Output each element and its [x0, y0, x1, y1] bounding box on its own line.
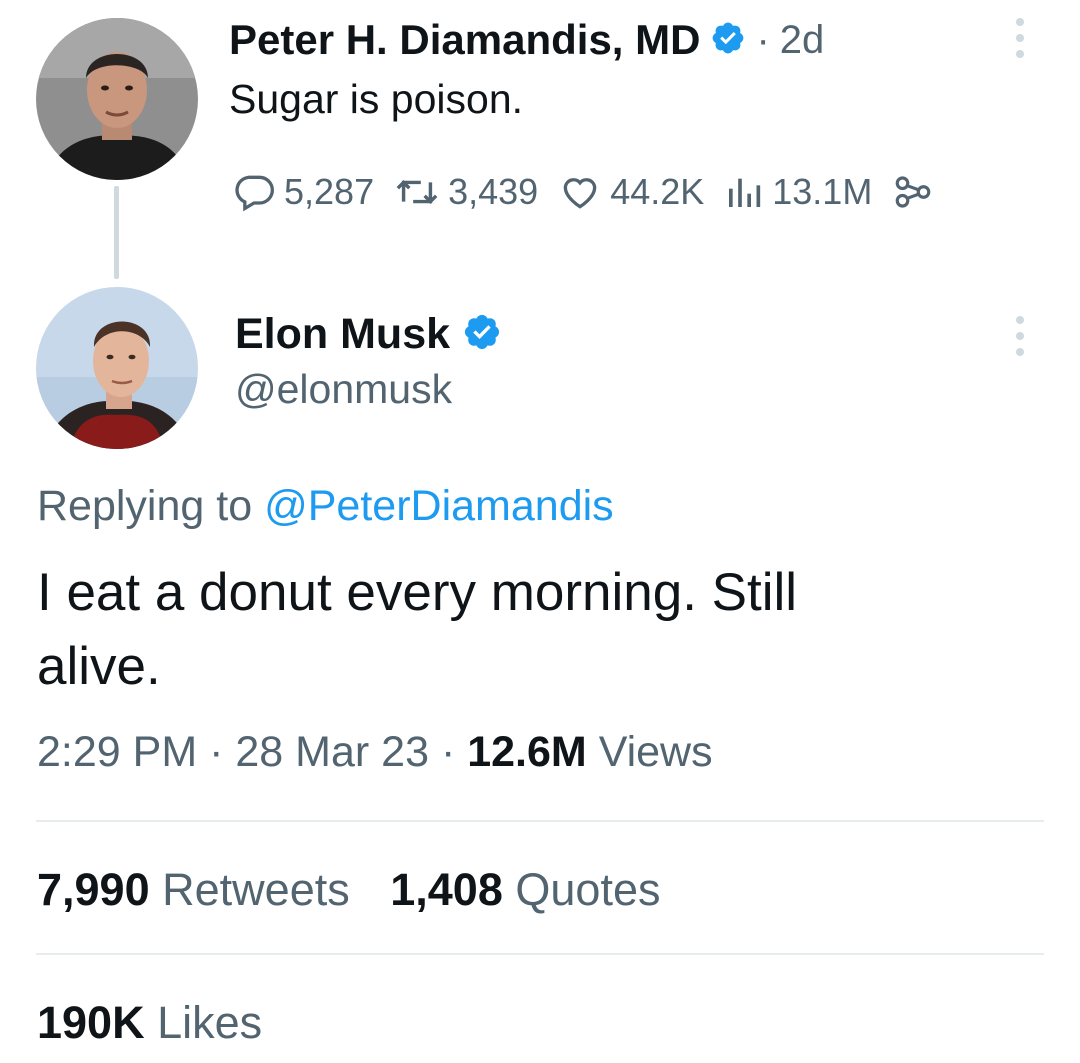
- tweet-meta-line: 2:29 PM · 28 Mar 23 · 12.6M Views: [37, 728, 713, 777]
- replying-prefix: Replying to: [37, 482, 253, 530]
- replying-handle-link[interactable]: @PeterDiamandis: [264, 482, 614, 530]
- verified-badge-icon: [462, 312, 502, 357]
- parent-time-ago[interactable]: 2d: [780, 18, 825, 63]
- tweet-text-line: I eat a donut every morning. Still: [37, 563, 798, 622]
- more-dot: [1016, 332, 1024, 340]
- reply-button[interactable]: 5,287: [232, 170, 374, 214]
- views-button[interactable]: 13.1M: [724, 171, 872, 213]
- like-button[interactable]: 44.2K: [558, 170, 704, 214]
- retweets-count: 7,990: [37, 864, 150, 915]
- parent-tweet-text: Sugar is poison.: [229, 76, 524, 122]
- like-count: 44.2K: [610, 171, 705, 212]
- views-icon: [724, 172, 764, 212]
- more-dot: [1016, 316, 1024, 324]
- likes-label: Likes: [157, 997, 263, 1048]
- divider: [36, 953, 1044, 955]
- main-tweet-text: I eat a donut every morning. Still alive…: [37, 556, 797, 704]
- main-tweet-header: Elon Musk: [235, 306, 502, 362]
- peter-avatar[interactable]: [36, 18, 198, 180]
- tweet-time[interactable]: 2:29 PM: [37, 728, 197, 776]
- retweet-button[interactable]: 3,439: [394, 169, 538, 215]
- meta-dot: ·: [440, 728, 456, 776]
- meta-dot: ·: [209, 728, 224, 776]
- more-dot: [1016, 18, 1024, 26]
- tweet-date[interactable]: 28 Mar 23: [235, 728, 429, 776]
- share-button[interactable]: [892, 171, 934, 213]
- quotes-label: Quotes: [515, 864, 661, 915]
- quotes-count: 1,408: [390, 864, 503, 915]
- elon-avatar[interactable]: [36, 287, 198, 449]
- replying-to-line: Replying to @PeterDiamandis: [37, 482, 614, 531]
- verified-badge-icon: [710, 20, 746, 61]
- more-dot: [1016, 34, 1024, 42]
- engagement-counts-row: 7,990 Retweets 1,408 Quotes: [37, 864, 660, 916]
- retweet-icon: [394, 169, 440, 215]
- parent-author-name[interactable]: Peter H. Diamandis, MD: [229, 16, 700, 64]
- divider: [36, 820, 1044, 822]
- views-count: 13.1M: [772, 171, 873, 212]
- main-author-name[interactable]: Elon Musk: [235, 310, 450, 359]
- more-dot: [1016, 50, 1024, 58]
- likes-count: 190K: [37, 997, 145, 1048]
- reply-icon: [232, 170, 276, 214]
- tweet-views-label: Views: [598, 728, 713, 776]
- retweet-count: 3,439: [448, 171, 539, 212]
- tweet-text-line: alive.: [37, 637, 161, 696]
- share-icon: [892, 171, 934, 213]
- parent-tweet-header: Peter H. Diamandis, MD · 2d: [229, 12, 824, 68]
- main-author-handle[interactable]: @elonmusk: [235, 366, 452, 413]
- retweets-count-link[interactable]: 7,990 Retweets: [37, 864, 362, 915]
- more-dot: [1016, 348, 1024, 356]
- like-icon: [558, 170, 602, 214]
- parent-separator: ·: [756, 17, 770, 62]
- likes-count-link[interactable]: 190K Likes: [37, 997, 262, 1049]
- parent-more-button[interactable]: [1014, 18, 1026, 58]
- parent-action-bar: 5,287 3,439 44.2K 13.1M: [232, 166, 934, 218]
- retweets-label: Retweets: [162, 864, 350, 915]
- thread-connector-line: [114, 186, 119, 279]
- main-more-button[interactable]: [1014, 316, 1026, 356]
- tweet-views-count: 12.6M: [467, 728, 587, 776]
- reply-count: 5,287: [284, 171, 375, 212]
- quotes-count-link[interactable]: 1,408 Quotes: [390, 864, 660, 915]
